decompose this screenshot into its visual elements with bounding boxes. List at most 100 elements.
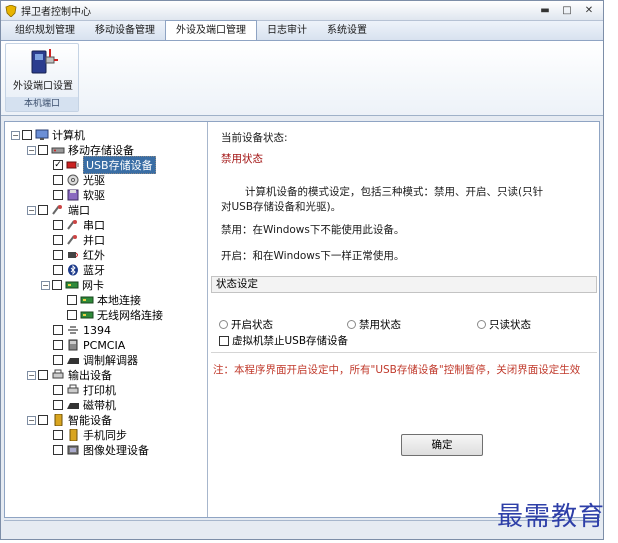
divider xyxy=(211,352,597,353)
ribbon: 外设端口设置 本机端口 xyxy=(1,41,603,116)
output-device-icon xyxy=(52,369,64,379)
radio-disable[interactable]: 禁用状态 xyxy=(347,317,401,332)
checkbox-checked[interactable]: ✓ xyxy=(53,160,63,170)
collapse-toggle[interactable]: − xyxy=(27,370,36,380)
checkbox[interactable] xyxy=(53,400,63,410)
tree-node-infrared[interactable]: 红外 xyxy=(53,248,105,262)
tree-node-printer[interactable]: 打印机 xyxy=(53,383,116,397)
tree-node-mobile-storage[interactable]: − 移动存储设备 xyxy=(27,143,134,157)
tree-node-pcmcia[interactable]: PCMCIA xyxy=(53,338,125,352)
tree-node-usb-storage[interactable]: ✓ USB存储设备 xyxy=(53,156,156,174)
checkbox[interactable] xyxy=(38,370,48,380)
tree-node-cdrom[interactable]: 光驱 xyxy=(53,173,105,187)
radio-readonly[interactable]: 只读状态 xyxy=(477,317,531,332)
close-button[interactable]: ✕ xyxy=(579,3,599,19)
network-card-icon xyxy=(80,296,94,304)
radio-enable[interactable]: 开启状态 xyxy=(219,317,273,332)
tree-label: PCMCIA xyxy=(83,338,126,352)
checkbox[interactable] xyxy=(53,385,63,395)
tree-node-nic[interactable]: − 网卡 xyxy=(41,278,104,292)
ok-button[interactable]: 确定 xyxy=(401,434,483,456)
floppy-icon xyxy=(67,189,79,201)
bluetooth-icon xyxy=(68,264,78,276)
checkbox[interactable] xyxy=(53,175,63,185)
checkbox-label: 虚拟机禁止USB存储设备 xyxy=(232,335,349,347)
checkbox[interactable] xyxy=(53,355,63,365)
checkbox[interactable] xyxy=(38,205,48,215)
minimize-button[interactable]: ▬ xyxy=(535,3,555,19)
tree-label: 网卡 xyxy=(82,279,104,292)
ribbon-group-local-ports: 外设端口设置 本机端口 xyxy=(5,43,79,112)
radio-circle[interactable] xyxy=(477,320,486,329)
tree-label: 磁带机 xyxy=(83,399,116,412)
printer-icon xyxy=(67,384,79,394)
tree-node-computer[interactable]: − 计算机 xyxy=(11,128,85,142)
settings-panel: 当前设备状态: 禁用状态 计算机设备的模式设定，包括三种模式：禁用、开启、只读(… xyxy=(209,122,599,517)
tree-node-ports[interactable]: − 端口 xyxy=(27,203,90,217)
tab-system-settings[interactable]: 系统设置 xyxy=(317,22,377,40)
port-icon xyxy=(52,205,62,215)
tree-node-imaging[interactable]: 图像处理设备 xyxy=(53,443,149,457)
checkbox[interactable] xyxy=(38,145,48,155)
tree-node-smart-devices[interactable]: − 智能设备 xyxy=(27,413,112,427)
collapse-toggle[interactable]: − xyxy=(11,130,20,140)
shield-icon xyxy=(5,4,17,17)
tree-label: 软驱 xyxy=(83,189,105,202)
tree-node-parallel[interactable]: 并口 xyxy=(53,233,105,247)
usb-icon xyxy=(66,161,79,169)
tree-node-bluetooth[interactable]: 蓝牙 xyxy=(53,263,105,277)
checkbox[interactable] xyxy=(67,310,77,320)
tree-label: 本地连接 xyxy=(97,294,141,307)
collapse-toggle[interactable]: − xyxy=(27,415,36,425)
collapse-toggle[interactable]: − xyxy=(41,280,50,290)
mode-description-line1: 计算机设备的模式设定，包括三种模式：禁用、开启、只读(只针 xyxy=(245,186,544,198)
checkbox[interactable] xyxy=(22,130,32,140)
checkbox[interactable] xyxy=(53,325,63,335)
tab-peripherals-ports[interactable]: 外设及端口管理 xyxy=(165,20,257,40)
checkbox[interactable] xyxy=(53,430,63,440)
tree-node-floppy[interactable]: 软驱 xyxy=(53,188,105,202)
device-tree: − 计算机 − 移动存储设备 ✓ USB存储设备 光驱 软驱 − 端口 串口 并… xyxy=(5,122,208,517)
ribbon-tabs: 组织规划管理 移动设备管理 外设及端口管理 日志审计 系统设置 xyxy=(1,20,603,41)
checkbox[interactable] xyxy=(53,220,63,230)
checkbox[interactable] xyxy=(53,340,63,350)
tree-node-wireless-connection[interactable]: 无线网络连接 xyxy=(67,308,163,322)
tree-node-modem[interactable]: 调制解调器 xyxy=(53,353,138,367)
tree-node-serial[interactable]: 串口 xyxy=(53,218,105,232)
collapse-toggle[interactable]: − xyxy=(27,145,36,155)
radio-circle[interactable] xyxy=(219,320,228,329)
radio-circle[interactable] xyxy=(347,320,356,329)
computer-icon xyxy=(35,129,49,140)
checkbox[interactable] xyxy=(52,280,62,290)
vm-block-usb-checkbox[interactable]: 虚拟机禁止USB存储设备 xyxy=(219,333,348,348)
removable-drive-icon xyxy=(51,147,65,154)
checkbox[interactable] xyxy=(53,445,63,455)
tree-label: 智能设备 xyxy=(68,414,112,427)
checkbox[interactable] xyxy=(53,190,63,200)
checkbox[interactable] xyxy=(38,415,48,425)
checkbox[interactable] xyxy=(53,235,63,245)
peripheral-port-settings-label: 外设端口设置 xyxy=(13,81,73,92)
radio-label: 开启状态 xyxy=(231,319,273,331)
tree-label: 无线网络连接 xyxy=(97,309,163,322)
tree-label: 端口 xyxy=(68,204,90,217)
window-title: 捍卫者控制中心 xyxy=(21,7,91,18)
checkbox[interactable] xyxy=(67,295,77,305)
radio-label: 禁用状态 xyxy=(359,319,401,331)
tree-node-1394[interactable]: 1394 xyxy=(53,323,111,337)
peripheral-port-settings-button[interactable]: 外设端口设置 xyxy=(12,47,74,95)
tree-node-local-connection[interactable]: 本地连接 xyxy=(67,293,141,307)
tree-node-phone-sync[interactable]: 手机同步 xyxy=(53,428,127,442)
checkbox[interactable] xyxy=(53,265,63,275)
tab-org-planning[interactable]: 组织规划管理 xyxy=(5,22,85,40)
firewire-icon xyxy=(68,326,78,334)
tree-node-tape[interactable]: 磁带机 xyxy=(53,398,116,412)
tree-node-output[interactable]: − 输出设备 xyxy=(27,368,112,382)
tab-mobile-devices[interactable]: 移动设备管理 xyxy=(85,22,165,40)
tab-log-audit[interactable]: 日志审计 xyxy=(257,22,317,40)
checkbox[interactable] xyxy=(219,335,229,346)
scanner-icon xyxy=(67,445,79,455)
maximize-button[interactable]: □ xyxy=(557,3,577,19)
collapse-toggle[interactable]: − xyxy=(27,205,36,215)
checkbox[interactable] xyxy=(53,250,63,260)
